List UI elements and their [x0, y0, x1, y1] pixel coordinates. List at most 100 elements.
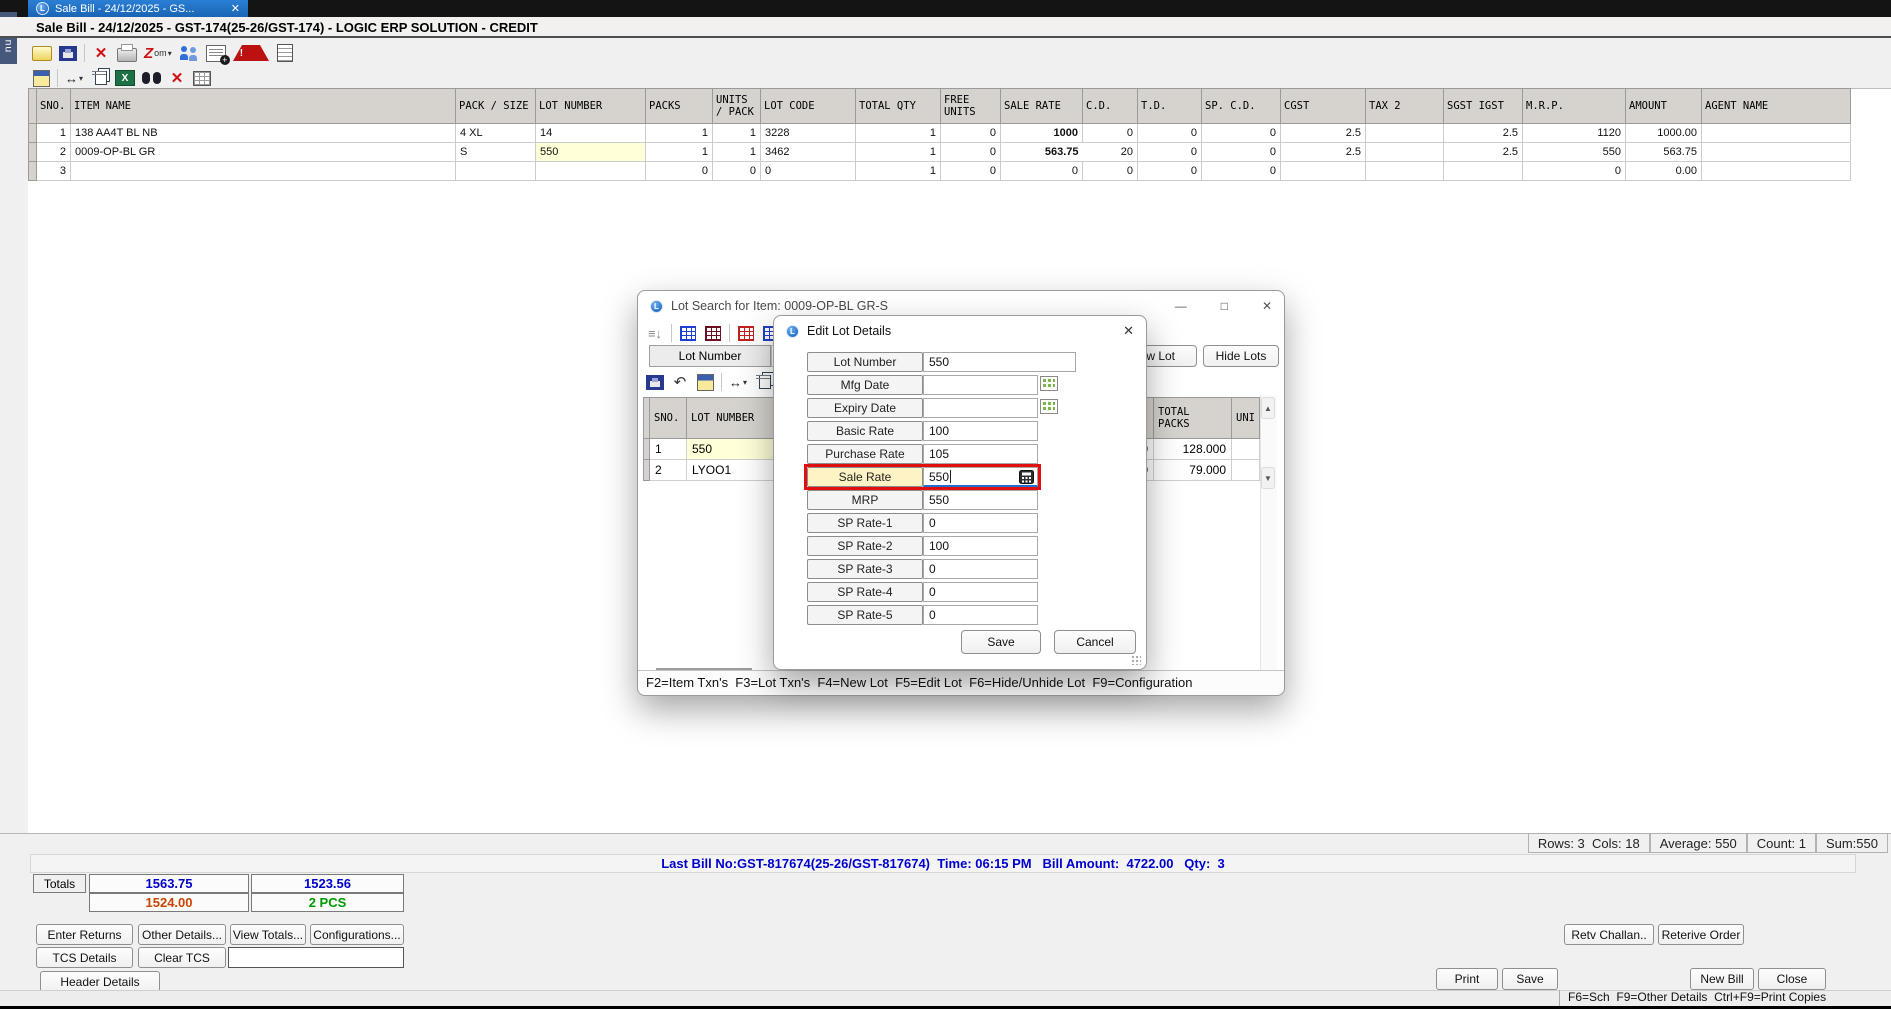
- grid-cell[interactable]: [1444, 162, 1523, 181]
- copy-icon[interactable]: [759, 375, 771, 389]
- grid-cell[interactable]: 0: [1138, 124, 1202, 143]
- grid-cell[interactable]: 3462: [761, 143, 856, 162]
- grid-header-cell[interactable]: ITEM NAME: [71, 89, 456, 124]
- delete-icon[interactable]: ✕: [92, 43, 110, 63]
- grid-cell[interactable]: 0009-OP-BL GR: [71, 143, 456, 162]
- grid-header-cell[interactable]: SNO.: [37, 89, 71, 124]
- grid-cell[interactable]: 2.5: [1281, 124, 1366, 143]
- lot-number-tab[interactable]: Lot Number: [649, 345, 771, 367]
- maximize-icon[interactable]: □: [1221, 299, 1228, 313]
- tcs-empty-field[interactable]: [228, 947, 404, 968]
- grid-cell[interactable]: 138 AA4T BL NB: [71, 124, 456, 143]
- column-width-icon[interactable]: ↔▾: [729, 372, 747, 392]
- grid-cell[interactable]: 1: [856, 143, 941, 162]
- hide-lots-button[interactable]: Hide Lots: [1203, 345, 1279, 367]
- clear-icon[interactable]: ✕: [168, 68, 186, 88]
- tab-close-icon[interactable]: ✕: [231, 2, 240, 15]
- undo-icon[interactable]: ↶: [671, 372, 689, 392]
- lot-grid-cell[interactable]: 79.000: [1154, 460, 1232, 481]
- grid-cell[interactable]: [1366, 162, 1444, 181]
- cancel-button[interactable]: Cancel: [1054, 630, 1136, 654]
- lot-grid-scrollbar[interactable]: [1260, 395, 1277, 671]
- grid-header-cell[interactable]: CGST: [1281, 89, 1366, 124]
- field-input[interactable]: 0: [923, 582, 1038, 602]
- register-icon[interactable]: [277, 44, 293, 62]
- document-tab[interactable]: L Sale Bill - 24/12/2025 - GS... ✕: [28, 0, 248, 17]
- grid-cell[interactable]: [536, 162, 646, 181]
- grid-cell[interactable]: 0: [1138, 162, 1202, 181]
- grid-cell[interactable]: 1: [856, 124, 941, 143]
- close-icon[interactable]: ✕: [1262, 299, 1272, 313]
- grid-header-cell[interactable]: AGENT NAME: [1702, 89, 1851, 124]
- grid-cell[interactable]: 3228: [761, 124, 856, 143]
- row-selector[interactable]: [29, 124, 37, 143]
- calendar-icon[interactable]: [1040, 376, 1058, 396]
- alert-icon[interactable]: [233, 45, 269, 61]
- calculator-icon[interactable]: [33, 70, 50, 87]
- calculator-icon[interactable]: [1019, 470, 1034, 487]
- view-totals-button[interactable]: View Totals...: [230, 924, 306, 945]
- lot-grid-header-cell[interactable]: TOTAL PACKS: [1154, 398, 1232, 439]
- grid-header-cell[interactable]: TAX 2: [1366, 89, 1444, 124]
- add-details-icon[interactable]: [206, 45, 226, 62]
- grid-cell[interactable]: 0: [1083, 162, 1138, 181]
- other-details-button[interactable]: Other Details...: [138, 924, 226, 945]
- find-icon[interactable]: [142, 72, 161, 85]
- grid-header-cell[interactable]: LOT NUMBER: [536, 89, 646, 124]
- sort-icon[interactable]: ≡↓: [646, 323, 664, 343]
- grid-cell[interactable]: 0: [646, 162, 713, 181]
- grid-cell[interactable]: 1: [713, 143, 761, 162]
- table-icon[interactable]: [193, 71, 211, 86]
- edit-lot-titlebar[interactable]: L Edit Lot Details ✕: [774, 316, 1146, 346]
- field-input[interactable]: [923, 398, 1038, 418]
- grid-header-cell[interactable]: PACK / SIZE: [456, 89, 536, 124]
- grid-header-cell[interactable]: AMOUNT: [1626, 89, 1702, 124]
- zoom-caret-icon[interactable]: ▾: [168, 49, 172, 58]
- lot-grid-cell[interactable]: [1232, 439, 1260, 460]
- grid-header-cell[interactable]: T.D.: [1138, 89, 1202, 124]
- print-icon[interactable]: [117, 48, 137, 62]
- grid-cell[interactable]: [1366, 124, 1444, 143]
- minimize-icon[interactable]: —: [1175, 299, 1187, 313]
- grid-header-cell[interactable]: PACKS: [646, 89, 713, 124]
- grid-cell[interactable]: 2.5: [1444, 143, 1523, 162]
- configurations-button[interactable]: Configurations...: [310, 924, 404, 945]
- reterive-order-button[interactable]: Reterive Order: [1658, 924, 1744, 945]
- row-selector[interactable]: [29, 143, 37, 162]
- grid-cell[interactable]: [456, 162, 536, 181]
- grid-cell[interactable]: 20: [1083, 143, 1138, 162]
- new-bill-button[interactable]: New Bill: [1690, 968, 1754, 990]
- save-icon[interactable]: [646, 375, 664, 390]
- save-button[interactable]: Save: [961, 630, 1041, 654]
- grid-cell[interactable]: 0: [713, 162, 761, 181]
- grid-cell[interactable]: 2.5: [1444, 124, 1523, 143]
- grid-cell[interactable]: 1120: [1523, 124, 1626, 143]
- table-row[interactable]: 20009-OP-BL GRS55011346210563.7520002.52…: [29, 143, 1851, 162]
- grid-cell[interactable]: 0: [1083, 124, 1138, 143]
- grid-cell[interactable]: 2.5: [1281, 143, 1366, 162]
- lot-grid-cell[interactable]: 1: [650, 439, 687, 460]
- grid-header-cell[interactable]: SP. C.D.: [1202, 89, 1281, 124]
- field-input[interactable]: 550: [923, 352, 1076, 372]
- grid-header-cell[interactable]: FREE UNITS: [941, 89, 1001, 124]
- grid-cell[interactable]: [71, 162, 456, 181]
- lot-grid-header-cell[interactable]: UNI: [1232, 398, 1260, 439]
- scroll-down-icon[interactable]: ▼: [1261, 467, 1275, 489]
- grid-cell[interactable]: [1702, 162, 1851, 181]
- lot-grid-cell[interactable]: [1232, 460, 1260, 481]
- grid-header-cell[interactable]: M.R.P.: [1523, 89, 1626, 124]
- grid-cell[interactable]: 1: [646, 143, 713, 162]
- clear-tcs-button[interactable]: Clear TCS: [138, 947, 226, 968]
- close-icon[interactable]: ✕: [1123, 323, 1134, 339]
- field-input[interactable]: [923, 375, 1038, 395]
- grid-cell[interactable]: 2: [37, 143, 71, 162]
- copy-icon[interactable]: [95, 71, 107, 85]
- grid-cell[interactable]: 0: [1202, 162, 1281, 181]
- save-icon[interactable]: [59, 46, 77, 61]
- grid-cell[interactable]: 550: [1523, 143, 1626, 162]
- notes-icon[interactable]: [697, 374, 714, 391]
- grid-header-cell[interactable]: TOTAL QTY: [856, 89, 941, 124]
- field-input[interactable]: 0: [923, 605, 1038, 625]
- calendar-icon[interactable]: [1040, 399, 1058, 419]
- grid-cell[interactable]: 1000.00: [1626, 124, 1702, 143]
